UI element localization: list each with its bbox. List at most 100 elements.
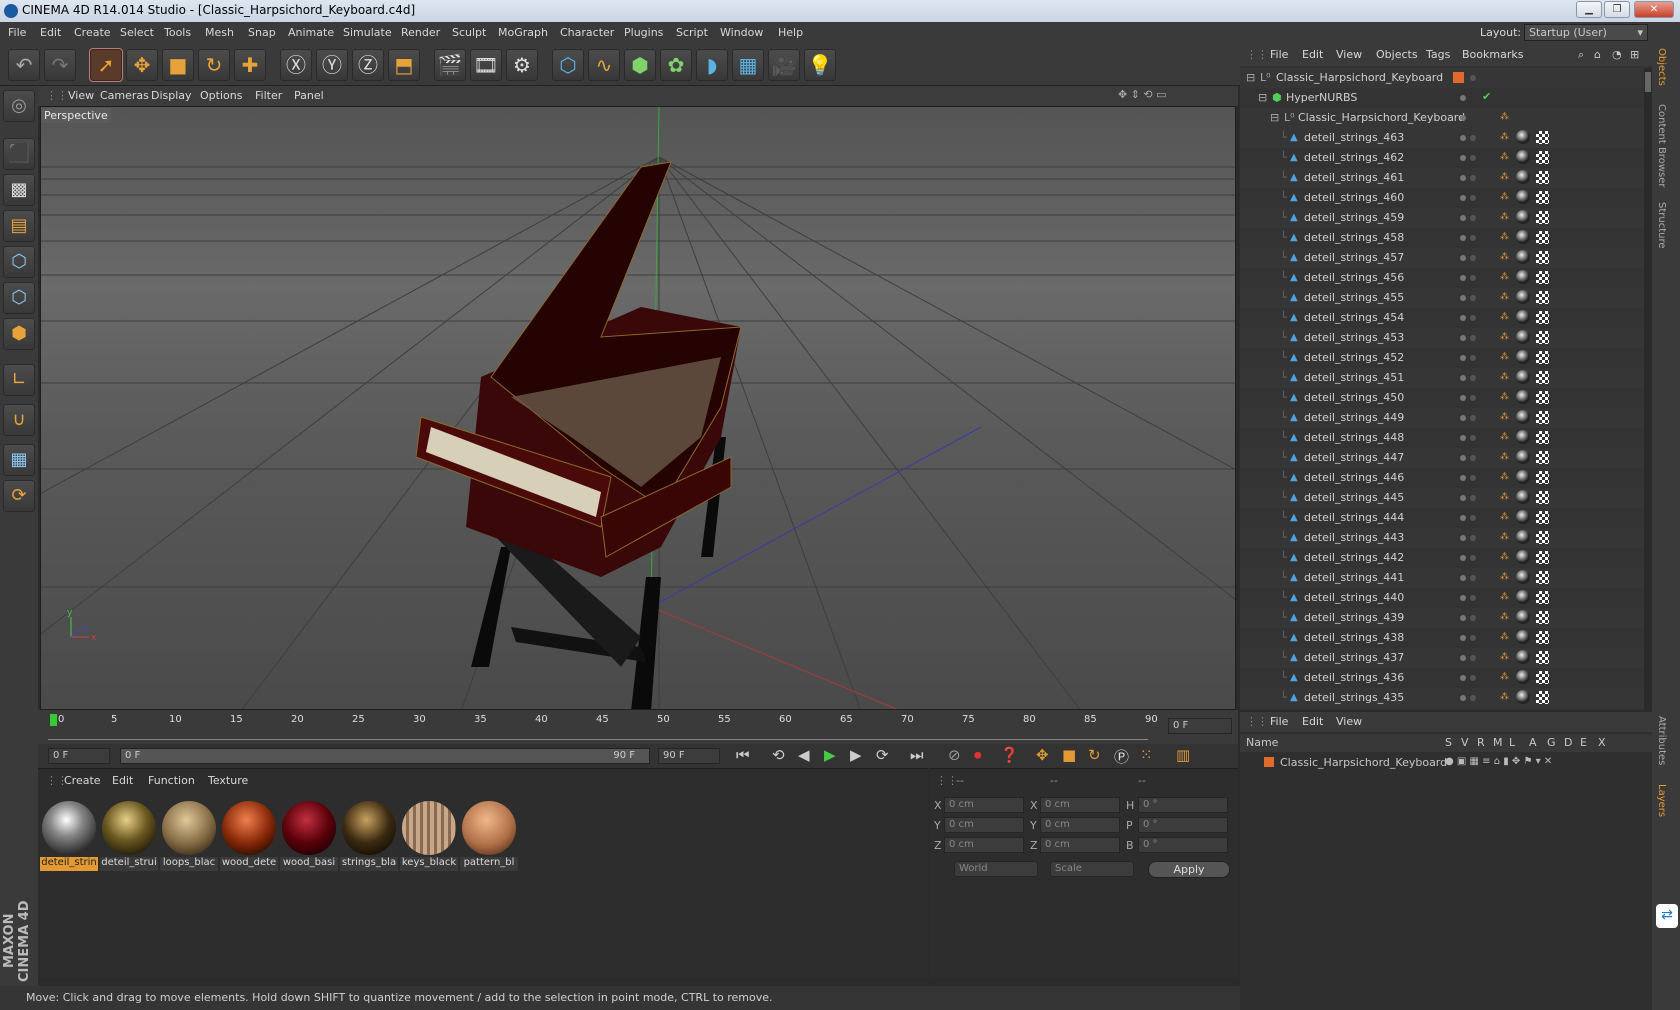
- texture-tag-icon[interactable]: [1536, 351, 1549, 364]
- visibility-render-dot[interactable]: [1470, 275, 1476, 281]
- phong-tag-icon[interactable]: ⁂: [1500, 612, 1510, 624]
- visibility-render-dot[interactable]: [1470, 175, 1476, 181]
- phong-tag-icon[interactable]: ⁂: [1500, 492, 1510, 504]
- phong-tag-icon[interactable]: ⁂: [1500, 272, 1510, 284]
- objects-menu-bookmarks[interactable]: Bookmarks: [1462, 48, 1523, 61]
- menu-animate[interactable]: Animate: [288, 26, 334, 39]
- material-tag-icon[interactable]: [1516, 130, 1530, 144]
- tag-icon[interactable]: ⁂: [1500, 112, 1510, 124]
- spline-icon[interactable]: ∿: [588, 49, 620, 81]
- visibility-render-dot[interactable]: [1470, 435, 1476, 441]
- collapse-icon[interactable]: ⊟: [1258, 91, 1267, 104]
- visibility-editor-dot[interactable]: [1460, 535, 1466, 541]
- texture-tag-icon[interactable]: [1536, 191, 1549, 204]
- phong-tag-icon[interactable]: ⁂: [1500, 532, 1510, 544]
- tree-row-string[interactable]: └ ▲ deteil_strings_450 ⁂: [1240, 388, 1644, 408]
- material-tag-icon[interactable]: [1516, 650, 1530, 664]
- render-picture-viewer-icon[interactable]: 🎞: [470, 49, 502, 81]
- timeline-window-icon[interactable]: ▥: [1176, 746, 1190, 764]
- visibility-editor-dot[interactable]: [1460, 435, 1466, 441]
- visibility-render-dot[interactable]: [1470, 695, 1476, 701]
- visibility-editor-dot[interactable]: [1460, 575, 1466, 581]
- texture-tag-icon[interactable]: [1536, 471, 1549, 484]
- play-icon[interactable]: ▶: [824, 746, 836, 764]
- floor-icon[interactable]: ▦: [732, 49, 764, 81]
- texture-tag-icon[interactable]: [1536, 151, 1549, 164]
- phong-tag-icon[interactable]: ⁂: [1500, 632, 1510, 644]
- material-tag-icon[interactable]: [1516, 210, 1530, 224]
- z-axis-icon[interactable]: Ⓩ: [352, 49, 384, 81]
- workplane-icon[interactable]: ▤: [3, 210, 35, 242]
- visibility-render-dot[interactable]: [1470, 595, 1476, 601]
- material-tag-icon[interactable]: [1516, 370, 1530, 384]
- visibility-render-dot[interactable]: [1470, 295, 1476, 301]
- rotation-p-field[interactable]: 0 °: [1138, 817, 1228, 833]
- material-tag-icon[interactable]: [1516, 470, 1530, 484]
- material-tag-icon[interactable]: [1516, 430, 1530, 444]
- material-tag-icon[interactable]: [1516, 330, 1530, 344]
- scale-select[interactable]: Scale: [1050, 861, 1134, 877]
- material-tag-icon[interactable]: [1516, 530, 1530, 544]
- axis-mode-icon[interactable]: ∟: [3, 364, 35, 396]
- visibility-render-dot[interactable]: [1470, 215, 1476, 221]
- keyframe-help-icon[interactable]: ❓: [1000, 746, 1019, 764]
- tree-row-string[interactable]: └ ▲ deteil_strings_455 ⁂: [1240, 288, 1644, 308]
- texture-tag-icon[interactable]: [1536, 571, 1549, 584]
- menu-snap[interactable]: Snap: [248, 26, 276, 39]
- material-menu-function[interactable]: Function: [148, 774, 195, 787]
- menu-tools[interactable]: Tools: [164, 26, 191, 39]
- tree-row-string[interactable]: └ ▲ deteil_strings_441 ⁂: [1240, 568, 1644, 588]
- texture-tag-icon[interactable]: [1536, 591, 1549, 604]
- visibility-editor-dot[interactable]: [1460, 675, 1466, 681]
- layers-menu-edit[interactable]: Edit: [1302, 715, 1323, 728]
- texture-tag-icon[interactable]: [1536, 371, 1549, 384]
- tree-row-child[interactable]: ⊟ L⁰ Classic_Harpsichord_Keyboard ⁂: [1240, 108, 1644, 128]
- tree-row-string[interactable]: └ ▲ deteil_strings_439 ⁂: [1240, 608, 1644, 628]
- phong-tag-icon[interactable]: ⁂: [1500, 352, 1510, 364]
- tree-row-string[interactable]: └ ▲ deteil_strings_446 ⁂: [1240, 468, 1644, 488]
- cube-icon[interactable]: ⬡: [552, 49, 584, 81]
- visibility-editor-dot[interactable]: [1460, 615, 1466, 621]
- next-frame-icon[interactable]: ▶: [850, 746, 862, 764]
- texture-tag-icon[interactable]: [1536, 331, 1549, 344]
- new-window-icon[interactable]: ⊞: [1630, 48, 1639, 61]
- material-tag-icon[interactable]: [1516, 350, 1530, 364]
- size-y-field[interactable]: 0 cm: [1040, 817, 1120, 833]
- visibility-editor-dot[interactable]: [1460, 355, 1466, 361]
- current-frame-field[interactable]: 0 F: [1168, 718, 1232, 734]
- material-tag-icon[interactable]: [1516, 590, 1530, 604]
- phong-tag-icon[interactable]: ⁂: [1500, 392, 1510, 404]
- material-tag-icon[interactable]: [1516, 450, 1530, 464]
- menu-render[interactable]: Render: [401, 26, 440, 39]
- layers-menu-view[interactable]: View: [1336, 715, 1362, 728]
- visibility-render-dot[interactable]: [1470, 375, 1476, 381]
- tree-row-string[interactable]: └ ▲ deteil_strings_453 ⁂: [1240, 328, 1644, 348]
- visibility-editor-dot[interactable]: [1460, 375, 1466, 381]
- tree-row-string[interactable]: └ ▲ deteil_strings_463 ⁂: [1240, 128, 1644, 148]
- visibility-render-dot[interactable]: [1470, 415, 1476, 421]
- menu-edit[interactable]: Edit: [40, 26, 61, 39]
- visibility-render-dot[interactable]: [1470, 455, 1476, 461]
- tree-row-string[interactable]: └ ▲ deteil_strings_442 ⁂: [1240, 548, 1644, 568]
- phong-tag-icon[interactable]: ⁂: [1500, 192, 1510, 204]
- key-parameter-icon[interactable]: Ⓟ: [1114, 746, 1129, 767]
- edges-mode-icon[interactable]: ⬡: [3, 282, 35, 314]
- mograph-icon[interactable]: ✿: [660, 49, 692, 81]
- visibility-editor-dot[interactable]: [1460, 175, 1466, 181]
- phong-tag-icon[interactable]: ⁂: [1500, 212, 1510, 224]
- tree-row-string[interactable]: └ ▲ deteil_strings_440 ⁂: [1240, 588, 1644, 608]
- phong-tag-icon[interactable]: ⁂: [1500, 232, 1510, 244]
- material-menu-edit[interactable]: Edit: [112, 774, 133, 787]
- position-x-field[interactable]: 0 cm: [944, 797, 1024, 813]
- texture-tag-icon[interactable]: [1536, 671, 1549, 684]
- viewport-menu-display[interactable]: Display: [151, 89, 192, 102]
- visibility-editor-dot[interactable]: [1460, 275, 1466, 281]
- rotate-icon[interactable]: ↻: [198, 49, 230, 81]
- material-tag-icon[interactable]: [1516, 690, 1530, 704]
- tree-row-string[interactable]: └ ▲ deteil_strings_449 ⁂: [1240, 408, 1644, 428]
- menu-mesh[interactable]: Mesh: [205, 26, 234, 39]
- visibility-editor-dot[interactable]: [1460, 195, 1466, 201]
- menu-select[interactable]: Select: [120, 26, 154, 39]
- texture-tag-icon[interactable]: [1536, 631, 1549, 644]
- menu-window[interactable]: Window: [720, 26, 763, 39]
